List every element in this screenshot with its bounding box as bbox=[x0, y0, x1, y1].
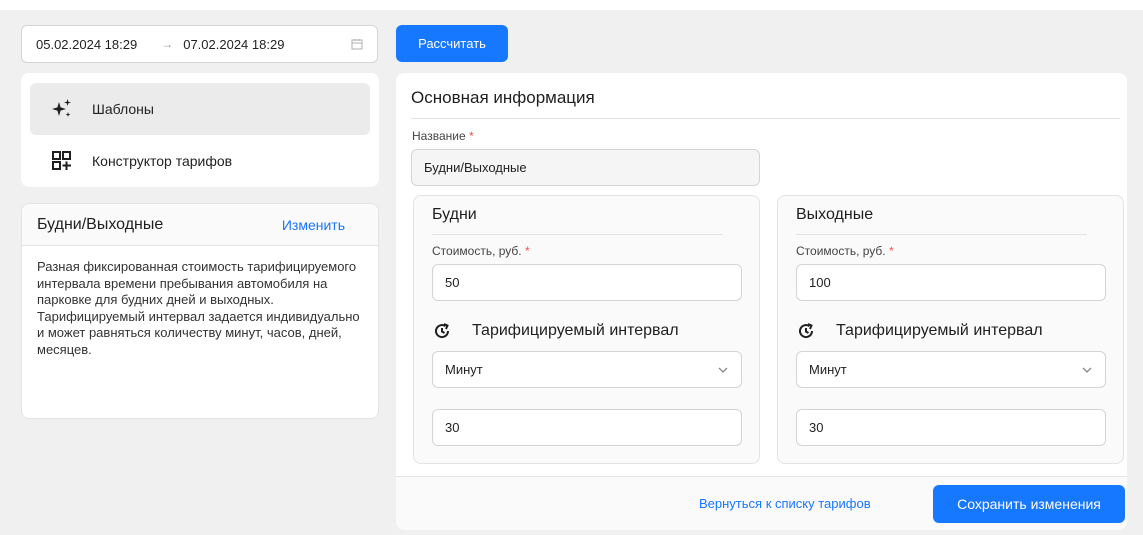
required-mark: * bbox=[524, 244, 530, 258]
divider bbox=[411, 118, 1120, 119]
input-value: 30 bbox=[445, 420, 460, 435]
start-date[interactable]: 05.02.2024 18:29 bbox=[36, 37, 137, 52]
select-value: Минут bbox=[445, 362, 483, 377]
clock-rotate-icon bbox=[799, 323, 814, 339]
weekends-interval-input[interactable]: 30 bbox=[796, 409, 1106, 446]
card-header: Будни/Выходные Изменить bbox=[22, 204, 378, 246]
calendar-icon[interactable] bbox=[351, 38, 363, 50]
divider bbox=[796, 234, 1087, 235]
nav-item-templates[interactable]: Шаблоны bbox=[30, 83, 370, 135]
weekdays-cost-input[interactable]: 50 bbox=[432, 264, 742, 301]
chevron-down-icon bbox=[718, 367, 728, 373]
required-mark: * bbox=[888, 244, 894, 258]
range-arrow: → bbox=[161, 37, 174, 51]
input-value: 30 bbox=[809, 420, 824, 435]
nav-item-label: Конструктор тарифов bbox=[92, 153, 233, 169]
form-footer: Вернуться к списку тарифов Сохранить изм… bbox=[396, 476, 1127, 530]
weekdays-card: Будни Стоимость, руб. * 50 Тарифицируемы… bbox=[413, 195, 760, 464]
save-changes-button[interactable]: Сохранить изменения bbox=[933, 485, 1125, 523]
select-value: Минут bbox=[809, 362, 847, 377]
weekends-cost-input[interactable]: 100 bbox=[796, 264, 1106, 301]
cost-label: Стоимость, руб. * bbox=[432, 244, 530, 258]
required-mark: * bbox=[468, 129, 474, 143]
end-date[interactable]: 07.02.2024 18:29 bbox=[183, 37, 284, 52]
weekdays-unit-select[interactable]: Минут bbox=[432, 351, 742, 388]
weekdays-title: Будни bbox=[432, 206, 477, 223]
input-value: 100 bbox=[809, 275, 831, 290]
interval-label: Тарифицируемый интервал bbox=[836, 322, 1043, 339]
weekends-unit-select[interactable]: Минут bbox=[796, 351, 1106, 388]
tariff-form-panel: Основная информация Название * Будни/Вых… bbox=[396, 73, 1127, 530]
back-to-tariffs-link[interactable]: Вернуться к списку тарифов bbox=[699, 496, 871, 511]
weekdays-interval-input[interactable]: 30 bbox=[432, 409, 742, 446]
interval-label: Тарифицируемый интервал bbox=[472, 322, 679, 339]
input-value: 50 bbox=[445, 275, 460, 290]
name-label-text: Название bbox=[412, 129, 466, 143]
nav-item-tariff-builder[interactable]: Конструктор тарифов bbox=[30, 135, 370, 187]
template-description-card: Будни/Выходные Изменить Разная фиксирова… bbox=[21, 203, 379, 419]
nav-item-label: Шаблоны bbox=[92, 101, 154, 117]
divider bbox=[432, 234, 723, 235]
weekends-card: Выходные Стоимость, руб. * 100 Тарифицир… bbox=[777, 195, 1124, 464]
template-title: Будни/Выходные bbox=[37, 215, 164, 233]
cost-label: Стоимость, руб. * bbox=[796, 244, 894, 258]
template-description: Разная фиксированная стоимость тарифицир… bbox=[37, 259, 360, 357]
nav-panel: Шаблоны Конструктор тарифов bbox=[21, 73, 379, 187]
cost-label-text: Стоимость, руб. bbox=[432, 244, 522, 258]
interval-heading: Тарифицируемый интервал bbox=[796, 321, 1043, 341]
name-field-value: Будни/Выходные bbox=[424, 160, 527, 175]
name-label: Название * bbox=[412, 129, 474, 143]
grid-plus-icon bbox=[52, 151, 71, 170]
calculate-button[interactable]: Рассчитать bbox=[396, 25, 508, 62]
cropped-page-header bbox=[0, 0, 1143, 10]
section-title: Основная информация bbox=[411, 88, 595, 107]
edit-link[interactable]: Изменить bbox=[282, 217, 345, 233]
interval-heading: Тарифицируемый интервал bbox=[432, 321, 679, 341]
cost-label-text: Стоимость, руб. bbox=[796, 244, 886, 258]
clock-rotate-icon bbox=[435, 323, 450, 339]
name-field[interactable]: Будни/Выходные bbox=[411, 149, 760, 186]
chevron-down-icon bbox=[1082, 367, 1092, 373]
weekends-title: Выходные bbox=[796, 206, 874, 223]
sparkle-icon bbox=[52, 99, 71, 117]
date-range-picker[interactable]: 05.02.2024 18:29 → 07.02.2024 18:29 bbox=[21, 25, 378, 63]
